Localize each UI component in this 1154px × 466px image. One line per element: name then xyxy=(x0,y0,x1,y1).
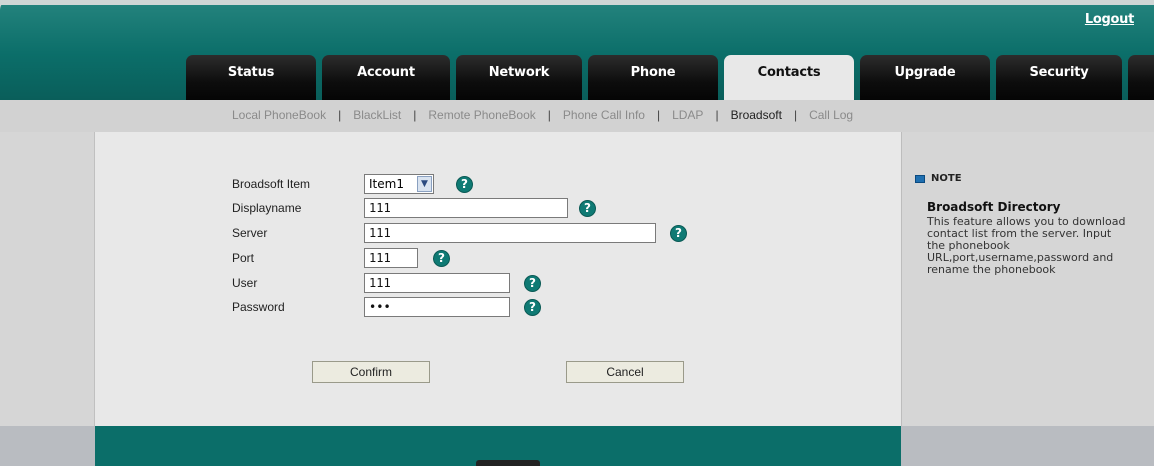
subnav-phone-call-info[interactable]: Phone Call Info xyxy=(563,108,645,122)
main-tabs: Status Account Network Phone Contacts Up… xyxy=(186,55,1154,100)
tab-network[interactable]: Network xyxy=(456,55,582,100)
note-heading: NOTE xyxy=(931,173,962,184)
help-icon[interactable]: ? xyxy=(670,224,687,242)
tab-contacts[interactable]: Contacts xyxy=(724,55,854,100)
help-icon[interactable]: ? xyxy=(456,175,473,193)
tab-overflow[interactable] xyxy=(1128,55,1154,100)
separator: | xyxy=(656,108,661,122)
footer-right xyxy=(901,426,1154,466)
separator: | xyxy=(715,108,719,122)
password-label: Password xyxy=(232,300,285,314)
cancel-button[interactable]: Cancel xyxy=(566,361,684,383)
row-displayname: Displayname ? xyxy=(232,198,596,218)
user-field[interactable] xyxy=(364,273,510,293)
separator: | xyxy=(413,108,417,122)
server-label: Server xyxy=(232,226,268,240)
note-icon xyxy=(915,174,925,183)
broadsoft-item-label: Broadsoft Item xyxy=(232,177,311,191)
separator: | xyxy=(547,108,551,122)
subnav-broadsoft[interactable]: Broadsoft xyxy=(731,108,782,122)
note-title: Broadsoft Directory xyxy=(927,200,1061,214)
header-top-strip xyxy=(0,0,1154,5)
displayname-label: Displayname xyxy=(232,201,302,215)
logout-link[interactable]: Logout xyxy=(1085,12,1134,27)
row-broadsoft-item: Broadsoft Item Item1 ▼ ? xyxy=(232,174,473,194)
subnav-blacklist[interactable]: BlackList xyxy=(353,108,401,122)
displayname-field[interactable] xyxy=(364,198,568,218)
tab-security[interactable]: Security xyxy=(996,55,1122,100)
note-header: NOTE xyxy=(915,173,962,184)
subnav-remote-phonebook[interactable]: Remote PhoneBook xyxy=(428,108,535,122)
tab-status[interactable]: Status xyxy=(186,55,316,100)
footer-logo-mark xyxy=(476,460,540,466)
port-label: Port xyxy=(232,251,255,265)
separator: | xyxy=(793,108,798,122)
confirm-button[interactable]: Confirm xyxy=(312,361,430,383)
help-icon[interactable]: ? xyxy=(433,249,450,267)
row-server: Server ? xyxy=(232,223,687,243)
subnav-call-log[interactable]: Call Log xyxy=(809,108,853,122)
row-port: Port ? xyxy=(232,248,450,268)
tab-upgrade[interactable]: Upgrade xyxy=(860,55,990,100)
tab-account[interactable]: Account xyxy=(322,55,450,100)
subnav-ldap[interactable]: LDAP xyxy=(672,108,703,122)
help-icon[interactable]: ? xyxy=(579,199,596,217)
user-label: User xyxy=(232,276,258,290)
chevron-down-icon[interactable]: ▼ xyxy=(417,176,432,192)
left-column xyxy=(0,132,95,426)
note-body: This feature allows you to download cont… xyxy=(927,215,1126,276)
subnav-local-phonebook[interactable]: Local PhoneBook xyxy=(232,108,326,122)
help-icon[interactable]: ? xyxy=(524,298,541,316)
separator: | xyxy=(338,108,342,122)
footer-left xyxy=(0,426,95,466)
tab-phone[interactable]: Phone xyxy=(588,55,718,100)
password-field[interactable] xyxy=(364,297,510,317)
row-user: User ? xyxy=(232,273,541,293)
server-field[interactable] xyxy=(364,223,656,243)
port-field[interactable] xyxy=(364,248,418,268)
sub-navigation: Local PhoneBook | BlackList | Remote Pho… xyxy=(0,100,1154,132)
broadsoft-item-select[interactable]: Item1 ▼ xyxy=(364,174,434,194)
broadsoft-item-value: Item1 xyxy=(369,177,404,191)
row-password: Password ? xyxy=(232,297,541,317)
help-icon[interactable]: ? xyxy=(524,274,541,292)
